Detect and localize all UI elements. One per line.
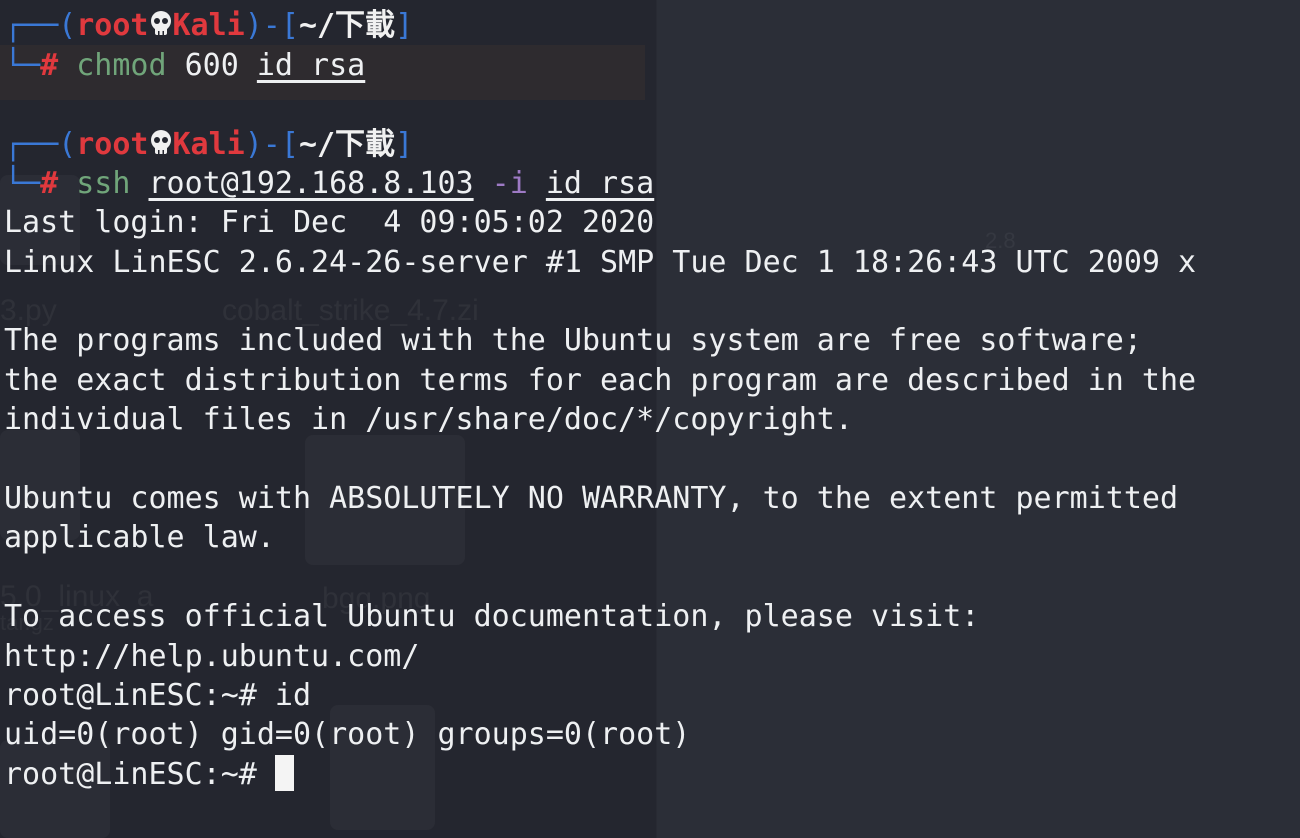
command-line[interactable]: └─# chmod 600 id_rsa bbox=[4, 46, 365, 86]
terminal-window[interactable]: 3.py cobalt_strike_4.7.zi 5.0_linux_a ta… bbox=[0, 0, 1300, 838]
active-prompt-line[interactable]: root@LinESC:~# bbox=[4, 755, 294, 795]
skull-icon bbox=[150, 130, 171, 154]
text-cursor bbox=[274, 755, 294, 791]
output-line: applicable law. bbox=[4, 520, 275, 555]
output-line: http://help.ubuntu.com/ bbox=[4, 639, 420, 674]
prompt-box-end: ] bbox=[395, 8, 414, 43]
command-name: chmod bbox=[76, 48, 167, 83]
command-arg-file: id_rsa bbox=[256, 48, 366, 83]
command-target: root@192.168.8.103 bbox=[148, 166, 474, 201]
prompt-box-top: ┌──( bbox=[4, 8, 77, 43]
prompt-header: ┌──(root Kali)-[~/下載] bbox=[4, 125, 413, 165]
prompt-box-bottom: └─ bbox=[4, 48, 41, 83]
prompt-box-mid: )-[ bbox=[244, 127, 299, 162]
prompt-hash: # bbox=[40, 48, 59, 83]
prompt-header: ┌──(root Kali)-[~/下載] bbox=[4, 6, 413, 46]
output-line: Last login: Fri Dec 4 09:05:02 2020 bbox=[4, 205, 655, 240]
prompt-path: ~/下載 bbox=[298, 127, 396, 162]
output-line: the exact distribution terms for each pr… bbox=[4, 363, 1197, 398]
output-line: Linux LinESC 2.6.24-26-server #1 SMP Tue… bbox=[4, 245, 1197, 280]
prompt-path: ~/下載 bbox=[298, 8, 396, 43]
prompt-user: root bbox=[76, 8, 149, 43]
prompt-box-bottom: └─ bbox=[4, 166, 41, 201]
prompt-box-end: ] bbox=[395, 127, 414, 162]
prompt-box-top: ┌──( bbox=[4, 127, 77, 162]
output-line: uid=0(root) gid=0(root) groups=0(root) bbox=[4, 717, 691, 752]
output-line: To access official Ubuntu documentation,… bbox=[4, 599, 980, 634]
command-arg-file: id_rsa bbox=[545, 166, 655, 201]
prompt-user: root bbox=[76, 127, 149, 162]
output-line: root@LinESC:~# id bbox=[4, 678, 312, 713]
command-line[interactable]: └─# ssh root@192.168.8.103 -i id_rsa bbox=[4, 164, 654, 204]
remote-prompt: root@LinESC:~# bbox=[4, 757, 275, 792]
command-name: ssh bbox=[76, 166, 131, 201]
skull-icon bbox=[150, 11, 171, 35]
prompt-host: Kali bbox=[172, 127, 245, 162]
command-flag: -i bbox=[491, 166, 528, 201]
prompt-box-mid: )-[ bbox=[244, 8, 299, 43]
command-arg: 600 bbox=[184, 48, 239, 83]
output-line: Ubuntu comes with ABSOLUTELY NO WARRANTY… bbox=[4, 481, 1178, 516]
output-line: The programs included with the Ubuntu sy… bbox=[4, 323, 1142, 358]
output-line: individual files in /usr/share/doc/*/cop… bbox=[4, 402, 853, 437]
prompt-hash: # bbox=[40, 166, 59, 201]
prompt-host: Kali bbox=[172, 8, 245, 43]
